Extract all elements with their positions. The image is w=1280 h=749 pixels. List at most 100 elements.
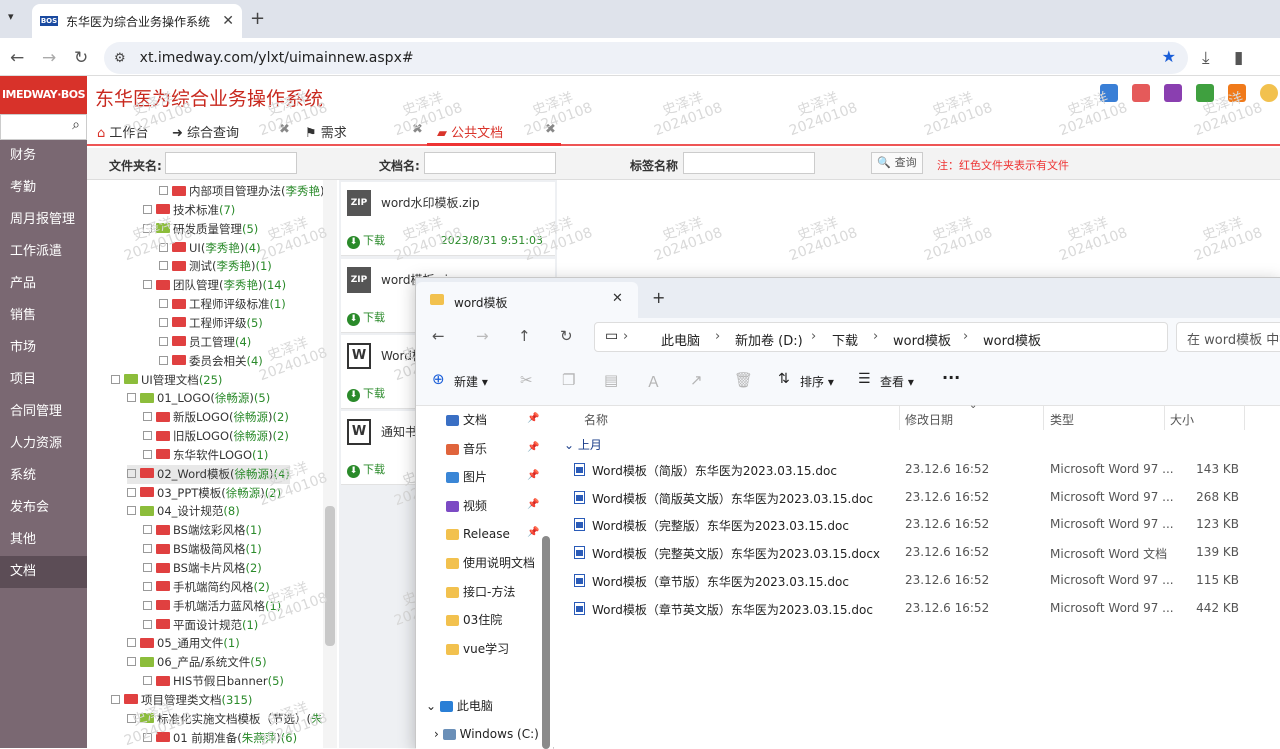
- paste-icon[interactable]: ▤: [604, 371, 618, 389]
- cut-icon[interactable]: ✂: [520, 371, 533, 389]
- download-icon[interactable]: ⤓: [1202, 48, 1210, 68]
- apps-icon[interactable]: [1228, 84, 1246, 102]
- bookmark-star-icon[interactable]: ★: [1162, 47, 1176, 66]
- sort-button[interactable]: 排序 ▾: [800, 373, 834, 390]
- tree-node[interactable]: 02_Word模板(徐畅源)(4): [127, 464, 290, 484]
- tree-node[interactable]: 研发质量管理(5): [143, 220, 258, 239]
- file-name[interactable]: 通知书: [381, 423, 417, 440]
- close-icon[interactable]: ✖: [545, 122, 556, 137]
- tree-node[interactable]: 内部项目管理办法(李秀艳): [159, 182, 325, 201]
- expand-box-icon[interactable]: [143, 732, 152, 742]
- tree-node[interactable]: 东华软件LOGO(1): [143, 446, 268, 465]
- nav-pane-item[interactable]: Release: [446, 524, 510, 544]
- expand-box-icon[interactable]: [143, 619, 152, 629]
- tree-scrollbar-thumb[interactable]: [325, 506, 335, 646]
- chevron-right-icon[interactable]: ›: [434, 727, 443, 741]
- crumb[interactable]: 此电脑: [661, 330, 700, 349]
- pin-icon[interactable]: 📌: [527, 442, 539, 453]
- nav-pane-item[interactable]: 音乐: [446, 439, 487, 459]
- sidebar-item[interactable]: 考勤: [0, 172, 87, 204]
- tree-node[interactable]: 新版LOGO(徐畅源)(2): [143, 408, 289, 427]
- file-row[interactable]: Word模板（简版英文版）东华医为2023.03.15.doc 23.12.6 1…: [554, 484, 1280, 511]
- expand-box-icon[interactable]: [159, 336, 168, 346]
- chevron-down-icon[interactable]: ⌄: [426, 699, 440, 713]
- download-link[interactable]: ⬇ 下载: [347, 385, 385, 402]
- nav-pane-item[interactable]: vue学习: [446, 639, 509, 659]
- crumb[interactable]: word模板: [893, 330, 951, 349]
- tree-node[interactable]: 员工管理(4): [159, 333, 251, 352]
- sidebar-item[interactable]: 系统: [0, 460, 87, 492]
- view-button[interactable]: 查看 ▾: [880, 373, 914, 390]
- expand-box-icon[interactable]: [143, 581, 152, 591]
- new-tab-button[interactable]: +: [250, 8, 265, 29]
- expand-box-icon[interactable]: [143, 600, 152, 610]
- explorer-search-input[interactable]: 在 word模板 中搜: [1176, 322, 1280, 352]
- col-name[interactable]: 名称: [584, 411, 608, 428]
- refresh-icon[interactable]: ↻: [560, 327, 573, 345]
- download-link[interactable]: ⬇ 下载: [347, 309, 385, 326]
- pin-icon[interactable]: 📌: [527, 499, 539, 510]
- tab-list-icon[interactable]: ▾: [8, 10, 14, 23]
- home-icon[interactable]: [1132, 84, 1150, 102]
- reload-icon[interactable]: ↻: [74, 48, 88, 68]
- nav-this-pc[interactable]: ⌄ 此电脑: [426, 696, 493, 716]
- download-link[interactable]: ⬇ 下载: [347, 232, 385, 249]
- tree-node[interactable]: 工程师评级(5): [159, 314, 263, 333]
- menu-search-input[interactable]: ⌕: [0, 114, 87, 140]
- expand-box-icon[interactable]: [143, 563, 152, 572]
- sidebar-item[interactable]: 发布会: [0, 492, 87, 524]
- tab-query[interactable]: ➜ 综合查询: [172, 122, 239, 141]
- close-icon[interactable]: ✕: [612, 291, 623, 306]
- sidebar-item[interactable]: 工作派遣: [0, 236, 87, 268]
- tree-node[interactable]: 技术标准(7): [143, 201, 235, 220]
- file-name[interactable]: word水印模板.zip: [381, 194, 480, 211]
- expand-box-icon[interactable]: [159, 355, 168, 365]
- back-icon[interactable]: ←: [432, 327, 445, 345]
- tree-node[interactable]: UI管理文档(25): [111, 371, 222, 390]
- nav-pane-item[interactable]: 接口-方法: [446, 582, 515, 602]
- help-icon[interactable]: [1164, 84, 1182, 102]
- tree-scrollbar[interactable]: [323, 180, 337, 748]
- sidebar-item[interactable]: 财务: [0, 140, 87, 172]
- expand-box-icon[interactable]: [143, 223, 152, 233]
- pin-icon[interactable]: 📌: [527, 470, 539, 481]
- search-icon[interactable]: ⌕: [72, 117, 80, 133]
- tree-node[interactable]: 06_产品/系统文件(5): [127, 653, 267, 672]
- nav-pane-item[interactable]: 使用说明文档: [446, 553, 535, 573]
- sidebar-item[interactable]: 文档: [0, 556, 87, 588]
- expand-box-icon[interactable]: [159, 261, 168, 271]
- nav-pane-item[interactable]: 03住院: [446, 610, 502, 630]
- bulb-icon[interactable]: [1260, 84, 1278, 102]
- tree-node[interactable]: BS端极简风格(1): [143, 540, 262, 559]
- col-type[interactable]: 类型: [1050, 411, 1074, 428]
- tree-node[interactable]: 委员会相关(4): [159, 352, 263, 371]
- file-row[interactable]: Word模板（章节英文版）东华医为2023.03.15.doc 23.12.6 1…: [554, 595, 1280, 622]
- expand-box-icon[interactable]: [143, 204, 152, 214]
- tree-node[interactable]: UI(李秀艳)(4): [159, 239, 261, 258]
- tree-node[interactable]: 旧版LOGO(徐畅源)(2): [143, 427, 289, 446]
- pin-icon[interactable]: 📌: [527, 413, 539, 424]
- expand-box-icon[interactable]: [143, 412, 152, 422]
- expand-box-icon[interactable]: [143, 449, 152, 459]
- share-icon[interactable]: ↗: [690, 371, 703, 389]
- tree-node[interactable]: 项目管理类文档(315): [111, 691, 252, 710]
- pin-icon[interactable]: 📌: [527, 527, 539, 538]
- sidebar-item[interactable]: 项目: [0, 364, 87, 396]
- nav-pane-scrollbar[interactable]: [542, 536, 550, 749]
- expand-box-icon[interactable]: [159, 299, 168, 309]
- address-bar[interactable]: ⚙ xt.imedway.com/ylxt/uimainnew.aspx# ★: [104, 42, 1188, 74]
- close-icon[interactable]: ✖: [279, 122, 290, 137]
- delete-icon[interactable]: 🗑: [734, 371, 753, 389]
- browser-tab[interactable]: BOS 东华医为综合业务操作系统 ✕: [32, 4, 242, 38]
- expand-box-icon[interactable]: [143, 280, 152, 290]
- search-button[interactable]: 🔍 查询: [871, 152, 923, 174]
- sidebar-item[interactable]: 销售: [0, 300, 87, 332]
- tree-node[interactable]: BS端炫彩风格(1): [143, 521, 262, 540]
- folder-name-input[interactable]: [165, 152, 297, 174]
- close-icon[interactable]: ✖: [412, 122, 423, 137]
- download-link[interactable]: ⬇ 下载: [347, 461, 385, 478]
- expand-box-icon[interactable]: [127, 393, 136, 403]
- tree-node[interactable]: 团队管理(李秀艳)(14): [143, 276, 286, 295]
- tree-node[interactable]: 03_PPT模板(徐畅源)(2): [127, 484, 281, 503]
- expand-box-icon[interactable]: [127, 468, 136, 478]
